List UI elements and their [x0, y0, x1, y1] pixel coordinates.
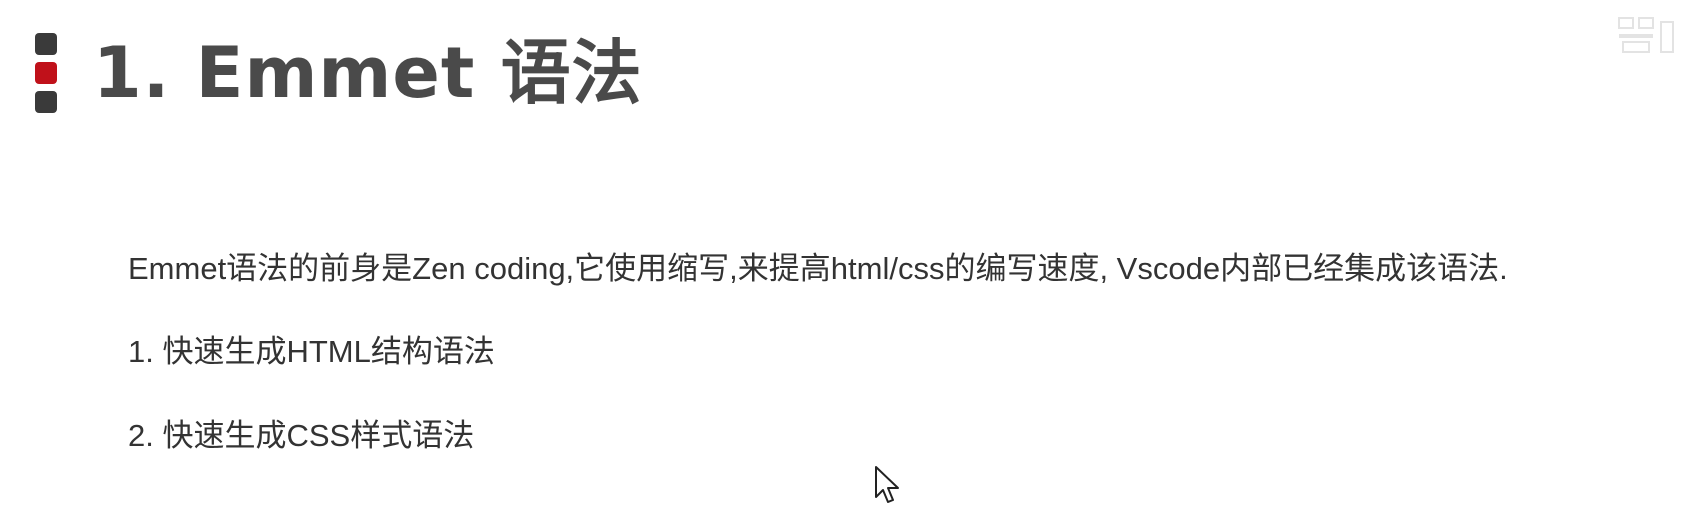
presentation-slide: 1. Emmet 语法 Emmet语法的前身是Zen coding,它使用缩写,…: [0, 0, 1692, 522]
list-item: 2. 快速生成CSS样式语法: [128, 418, 475, 453]
marker-block-bottom: [35, 91, 57, 113]
slide-description: Emmet语法的前身是Zen coding,它使用缩写,来提高html/css的…: [128, 251, 1508, 286]
title-marker-icon: [35, 33, 57, 113]
mouse-pointer-icon: [875, 466, 899, 503]
marker-block-top: [35, 33, 57, 55]
marker-block-accent: [35, 62, 57, 84]
list-item: 1. 快速生成HTML结构语法: [128, 334, 495, 369]
watermark-logo-icon: [1618, 17, 1674, 53]
slide-title: 1. Emmet 语法: [93, 32, 643, 114]
